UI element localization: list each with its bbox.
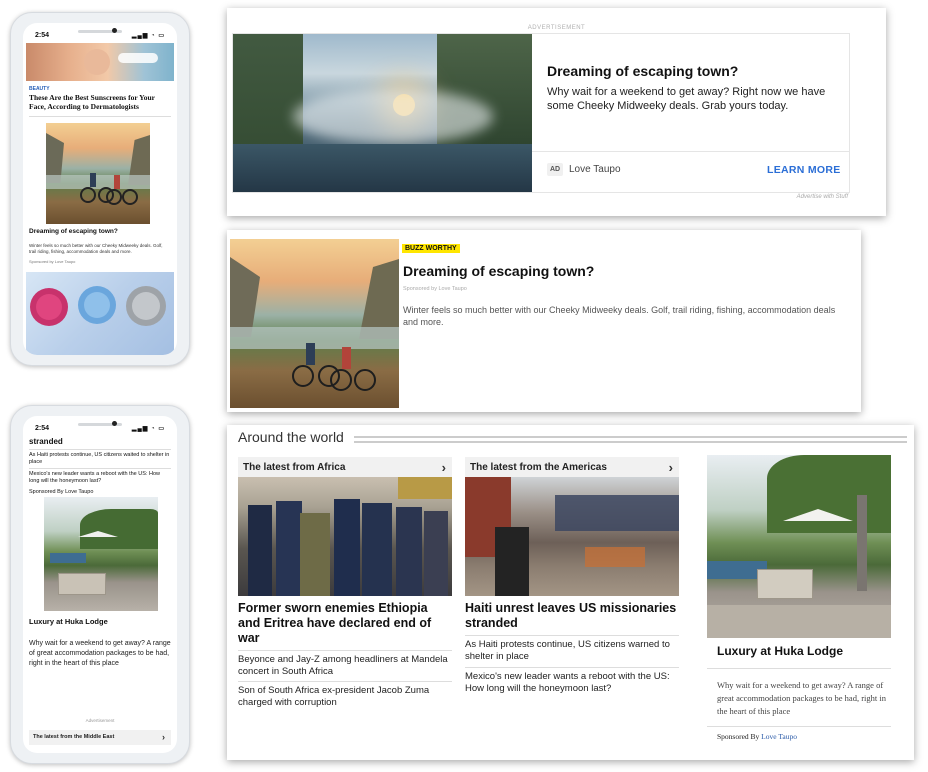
chevron-right-icon: › bbox=[668, 460, 673, 475]
ad-divider bbox=[532, 151, 849, 152]
middle-east-label: The latest from the Middle East bbox=[33, 734, 115, 740]
advertise-with-link[interactable]: Advertise with Stuff bbox=[797, 194, 848, 200]
status-time: 2:54 bbox=[35, 425, 50, 432]
status-bar: 2:54 ▂▄▆ ◔ ▭ bbox=[23, 23, 177, 43]
ad-body: Why wait for a weekend to get away? Righ… bbox=[547, 86, 826, 112]
chevron-right-icon: › bbox=[162, 731, 165, 742]
sponsor-link[interactable]: Love Taupo bbox=[761, 732, 797, 741]
huka-lodge-body: Why wait for a weekend to get away? A ra… bbox=[717, 680, 886, 716]
ad-unit[interactable]: Dreaming of escaping town? Why wait for … bbox=[232, 33, 850, 193]
huka-lodge-title[interactable]: Luxury at Huka Lodge bbox=[717, 644, 843, 658]
section-title-rule bbox=[354, 436, 907, 443]
divider bbox=[29, 116, 171, 117]
ad-card: ADVERTISEMENT Dreaming of escaping town?… bbox=[227, 8, 886, 216]
americas-headline[interactable]: Haiti unrest leaves US missionaries stra… bbox=[465, 601, 679, 631]
article-tag[interactable]: BEAUTY bbox=[29, 86, 50, 92]
camera-dot bbox=[112, 28, 117, 33]
around-the-world-card: Around the world The latest from Africa … bbox=[227, 425, 914, 760]
africa-header-label: The latest from Africa bbox=[243, 462, 346, 473]
buzz-title[interactable]: Dreaming of escaping town? bbox=[403, 263, 594, 279]
advertiser-name[interactable]: Love Taupo bbox=[569, 164, 621, 175]
status-bar: 2:54 ▂▄▆ ◔ ▭ bbox=[23, 416, 177, 436]
huka-body: Why wait for a weekend to get away? A ra… bbox=[29, 640, 171, 667]
news-link[interactable]: As Haiti protests continue, US citizens … bbox=[29, 452, 171, 466]
section-title: Around the world bbox=[238, 429, 344, 445]
divider bbox=[238, 681, 452, 682]
buzz-body: Winter feels so much better with our Che… bbox=[403, 305, 836, 327]
learn-more-button[interactable]: LEARN MORE bbox=[767, 164, 841, 176]
huka-lodge-sponsor: Sponsored By Love Taupo bbox=[717, 732, 797, 741]
phone-screen: 2:54 ▂▄▆ ◔ ▭ BEAUTY These Are the Best S… bbox=[23, 23, 177, 355]
middle-east-bar[interactable]: The latest from the Middle East › bbox=[29, 730, 171, 745]
americas-link-1[interactable]: As Haiti protests continue, US citizens … bbox=[465, 639, 679, 663]
promo-sponsor: Sponsored by Love Taupo bbox=[29, 259, 76, 264]
huka-image[interactable] bbox=[44, 497, 158, 611]
africa-header-bar[interactable]: The latest from Africa › bbox=[238, 457, 452, 477]
promo-image[interactable] bbox=[46, 123, 150, 224]
camera-dot bbox=[112, 421, 117, 426]
signal-battery-icon: ▂▄▆ ◔ ▭ bbox=[131, 33, 165, 39]
top-text[interactable]: stranded bbox=[29, 437, 63, 446]
advertisement-label: ADVERTISEMENT bbox=[527, 25, 586, 31]
huka-title[interactable]: Luxury at Huka Lodge bbox=[29, 617, 108, 626]
buzz-card: BUZZ WORTHY Dreaming of escaping town? S… bbox=[227, 230, 861, 412]
promo-body: Winter feels so much better with our Che… bbox=[29, 243, 163, 254]
buzz-image[interactable] bbox=[230, 239, 399, 408]
divider bbox=[29, 468, 171, 469]
africa-image[interactable] bbox=[238, 477, 452, 596]
advertisement-label: Advertisement bbox=[85, 718, 115, 723]
divider bbox=[238, 650, 452, 651]
americas-header-bar[interactable]: The latest from the Americas › bbox=[465, 457, 679, 477]
phone-mockup-top: 2:54 ▂▄▆ ◔ ▭ BEAUTY These Are the Best S… bbox=[10, 12, 190, 366]
buzz-sponsor: Sponsored by Love Taupo bbox=[403, 286, 467, 292]
americas-link-2[interactable]: Mexico's new leader wants a reboot with … bbox=[465, 671, 679, 695]
buzz-worthy-badge[interactable]: BUZZ WORTHY bbox=[402, 244, 460, 253]
phone-mockup-bottom: 2:54 ▂▄▆ ◔ ▭ stranded As Haiti protests … bbox=[10, 405, 190, 764]
phone-screen: 2:54 ▂▄▆ ◔ ▭ stranded As Haiti protests … bbox=[23, 416, 177, 753]
africa-link-1[interactable]: Beyonce and Jay-Z among headliners at Ma… bbox=[238, 654, 452, 678]
americas-image[interactable] bbox=[465, 477, 679, 596]
africa-headline[interactable]: Former sworn enemies Ethiopia and Eritre… bbox=[238, 601, 452, 646]
chevron-right-icon: › bbox=[441, 460, 446, 475]
divider bbox=[465, 635, 679, 636]
beauty-hero-image[interactable] bbox=[26, 43, 174, 81]
divider bbox=[29, 449, 171, 450]
americas-header-label: The latest from the Americas bbox=[470, 462, 607, 473]
africa-link-2[interactable]: Son of South Africa ex-president Jacob Z… bbox=[238, 685, 452, 709]
divider bbox=[707, 668, 891, 669]
ad-title[interactable]: Dreaming of escaping town? bbox=[547, 63, 738, 79]
signal-battery-icon: ▂▄▆ ◔ ▭ bbox=[131, 426, 165, 432]
sponsor-label: Sponsored By Love Taupo bbox=[29, 489, 94, 495]
ad-badge: AD bbox=[547, 163, 563, 176]
article-headline[interactable]: These Are the Best Sunscreens for Your F… bbox=[29, 93, 171, 111]
product-image[interactable] bbox=[26, 272, 174, 355]
huka-lodge-image[interactable] bbox=[707, 455, 891, 638]
sponsor-prefix: Sponsored By bbox=[717, 732, 760, 741]
ad-image[interactable] bbox=[233, 34, 532, 192]
divider bbox=[707, 726, 891, 727]
divider bbox=[465, 667, 679, 668]
news-link[interactable]: Mexico's new leader wants a reboot with … bbox=[29, 471, 171, 485]
status-time: 2:54 bbox=[35, 32, 50, 39]
promo-title[interactable]: Dreaming of escaping town? bbox=[29, 228, 118, 235]
